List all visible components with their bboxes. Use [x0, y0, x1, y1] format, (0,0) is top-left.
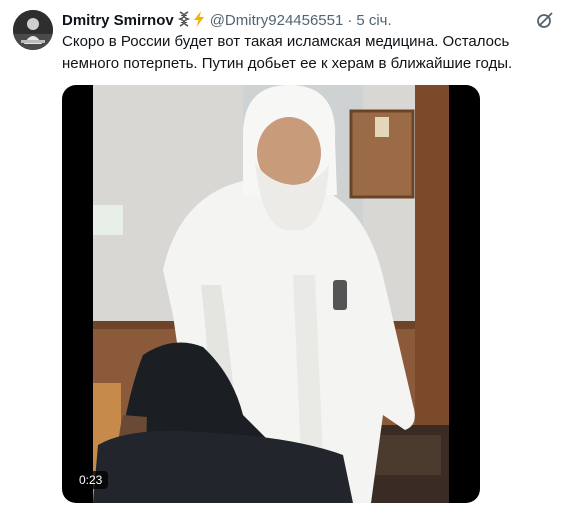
dna-icon — [177, 10, 191, 30]
tweet-header: Dmitry Smirnov @Dmitry924456551 · 5 січ. — [62, 9, 563, 31]
lightning-icon — [192, 10, 206, 30]
profile-badges — [177, 10, 206, 30]
author-name[interactable]: Dmitry Smirnov — [62, 12, 174, 29]
grok-icon[interactable] — [535, 10, 555, 30]
video-duration: 0:23 — [73, 471, 109, 489]
tweet[interactable]: Dmitry Smirnov @Dmitry924456551 · 5 січ. — [0, 0, 575, 514]
separator-dot: · — [347, 11, 353, 29]
tweet-timestamp[interactable]: 5 січ. — [356, 12, 391, 29]
tweet-text: Скоро в России будет вот такая исламская… — [62, 33, 513, 72]
video-frame[interactable] — [93, 85, 449, 503]
author-handle[interactable]: @Dmitry924456551 — [210, 12, 344, 29]
avatar[interactable] — [13, 10, 53, 50]
video-player[interactable]: 0:23 — [62, 85, 480, 503]
avatar-image — [13, 10, 53, 50]
